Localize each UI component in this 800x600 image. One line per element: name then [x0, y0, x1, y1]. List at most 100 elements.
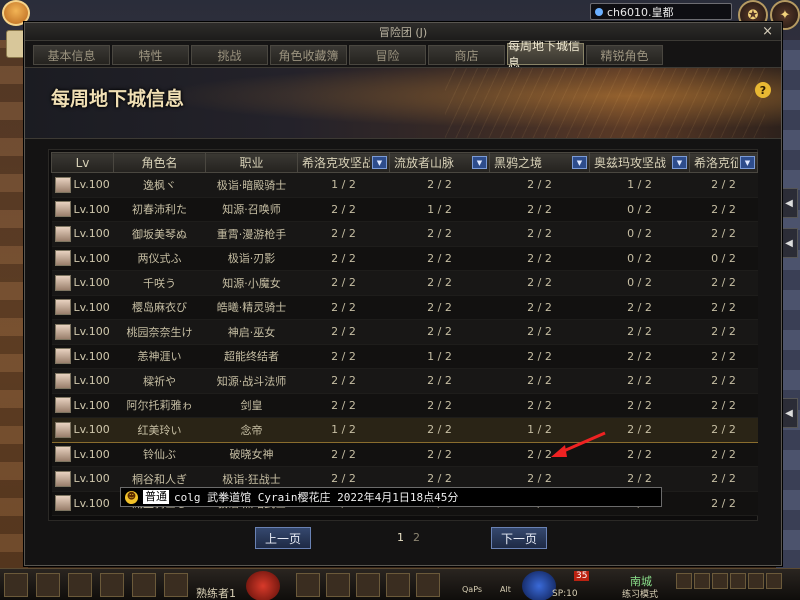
- side-arrow-icon[interactable]: ◀: [780, 188, 798, 218]
- character-avatar-icon: [54, 470, 71, 487]
- page-number-current[interactable]: 1: [397, 531, 404, 544]
- character-avatar-icon: [54, 250, 71, 267]
- clear-count-cell: 0 / 2: [689, 246, 758, 271]
- prev-page-button[interactable]: 上一页: [255, 527, 311, 549]
- clear-count-cell: 2 / 2: [297, 368, 390, 394]
- quickslot[interactable]: [4, 573, 28, 597]
- menu-icon[interactable]: [676, 573, 692, 589]
- column-header-dungeon-4[interactable]: 奥兹玛攻坚战 ▼: [589, 152, 690, 173]
- help-icon[interactable]: ?: [755, 82, 771, 98]
- dropdown-icon[interactable]: ▼: [572, 156, 587, 169]
- character-name-cell: 恙神涯い: [113, 344, 206, 369]
- menu-icon[interactable]: [712, 573, 728, 589]
- clear-count-cell: 2 / 2: [389, 221, 490, 247]
- mp-orb: [522, 571, 556, 600]
- character-avatar-icon: [54, 495, 71, 512]
- hp-orb: [246, 571, 280, 600]
- practice-mode-label[interactable]: 练习模式: [622, 587, 658, 600]
- character-name-cell: 桃园奈奈生け: [113, 319, 206, 345]
- skill-slot[interactable]: [416, 573, 440, 597]
- tab-elite-characters[interactable]: 精锐角色: [586, 45, 663, 65]
- menu-icon[interactable]: [694, 573, 710, 589]
- emoji-icon[interactable]: ☻: [125, 490, 138, 504]
- quickslot[interactable]: [100, 573, 124, 597]
- skill-slot[interactable]: [296, 573, 320, 597]
- character-name-cell: 铃仙ぶ: [113, 442, 206, 467]
- clear-count-cell: 1 / 2: [297, 417, 390, 443]
- quickslot[interactable]: [132, 573, 156, 597]
- table-row[interactable]: Lv.100 逸枫ヾ 极诣·暗殿骑士 1 / 22 / 22 / 21 / 22 / …: [51, 172, 758, 198]
- clear-count-cell: 2 / 2: [389, 295, 490, 320]
- table-row[interactable]: Lv.100 阿尔托莉雅ゎ 剑皇 2 / 22 / 22 / 22 / 22 / 2: [51, 393, 758, 418]
- page-title: 每周地下城信息: [51, 88, 185, 110]
- tab-basic-info[interactable]: 基本信息: [33, 45, 110, 65]
- job-cell: 重霄·漫游枪手: [205, 221, 298, 247]
- side-arrow-icon[interactable]: ◀: [780, 228, 798, 258]
- character-name-cell: 初春沛利た: [113, 197, 206, 222]
- column-header-dungeon-3[interactable]: 黑鸦之境 ▼: [489, 152, 590, 173]
- menu-icon[interactable]: [766, 573, 782, 589]
- level-cell: Lv.100: [51, 270, 114, 296]
- tab-character-collection[interactable]: 角色收藏簿: [270, 45, 347, 65]
- tab-adventure[interactable]: 冒险: [349, 45, 426, 65]
- table-row[interactable]: Lv.100 铃仙ぶ 破晓女神 2 / 22 / 22 / 22 / 22 / 2: [51, 442, 758, 467]
- skill-slot[interactable]: [386, 573, 410, 597]
- level-cell: Lv.100: [51, 491, 114, 516]
- level-text: Lv.100: [73, 300, 110, 314]
- clear-count-cell: 2 / 2: [589, 344, 690, 369]
- character-name-cell: 樱岛麻衣び: [113, 295, 206, 320]
- clear-count-cell: 2 / 2: [589, 295, 690, 320]
- chat-channel-tag[interactable]: 普通: [143, 490, 169, 504]
- level-text: Lv.100: [73, 202, 110, 216]
- skill-slot[interactable]: [326, 573, 350, 597]
- table-row[interactable]: Lv.100 千咲う 知源·小魔女 2 / 22 / 22 / 20 / 22 / 2: [51, 270, 758, 296]
- clear-count-cell: 1 / 2: [389, 344, 490, 369]
- menu-icon[interactable]: [748, 573, 764, 589]
- tab-challenge[interactable]: 挑战: [191, 45, 268, 65]
- table-row[interactable]: Lv.100 恙神涯い 超能终结者 2 / 21 / 22 / 22 / 22 / 2: [51, 344, 758, 369]
- column-header-job: 职业: [205, 152, 298, 173]
- dropdown-icon[interactable]: ▼: [372, 156, 387, 169]
- banner-artwork: [445, 68, 765, 138]
- page-number[interactable]: 2: [413, 531, 420, 544]
- skill-slot[interactable]: [356, 573, 380, 597]
- clear-count-cell: 2 / 2: [389, 270, 490, 296]
- table-row[interactable]: Lv.100 初春沛利た 知源·召唤师 2 / 21 / 22 / 20 / 22 /…: [51, 197, 758, 222]
- clear-count-cell: 2 / 2: [389, 172, 490, 198]
- window-titlebar[interactable]: 冒险团 (J) ×: [25, 23, 781, 41]
- quickslot[interactable]: [36, 573, 60, 597]
- column-header-lv: Lv: [51, 152, 114, 173]
- tab-traits[interactable]: 特性: [112, 45, 189, 65]
- close-icon[interactable]: ×: [762, 24, 773, 39]
- clear-count-cell: 2 / 2: [689, 417, 758, 443]
- table-row[interactable]: Lv.100 樑祈や 知源·战斗法师 2 / 22 / 22 / 22 / 22 / …: [51, 368, 758, 394]
- clear-count-cell: 2 / 2: [389, 417, 490, 443]
- clear-count-cell: 2 / 2: [489, 197, 590, 222]
- table-row[interactable]: Lv.100 御坂美琴ぬ 重霄·漫游枪手 2 / 22 / 22 / 20 / 22 …: [51, 221, 758, 247]
- column-header-dungeon-2[interactable]: 流放者山脉 ▼: [389, 152, 490, 173]
- table-row[interactable]: Lv.100 桃园奈奈生け 神启·巫女 2 / 22 / 22 / 22 / 22 /…: [51, 319, 758, 345]
- skill-level-label: 熟练者1: [196, 587, 236, 600]
- level-text: Lv.100: [73, 349, 110, 363]
- dropdown-icon[interactable]: ▼: [672, 156, 687, 169]
- dropdown-icon[interactable]: ▼: [472, 156, 487, 169]
- level-text: Lv.100: [73, 447, 110, 461]
- column-header-dungeon-1[interactable]: 希洛克攻坚战 ▼: [297, 152, 390, 173]
- next-page-button[interactable]: 下一页: [491, 527, 547, 549]
- clear-count-cell: 1 / 2: [389, 197, 490, 222]
- clear-count-cell: 2 / 2: [689, 270, 758, 296]
- menu-icon[interactable]: [730, 573, 746, 589]
- tab-shop[interactable]: 商店: [428, 45, 505, 65]
- side-arrow-icon[interactable]: ◀: [780, 398, 798, 428]
- tab-weekly-dungeon-info[interactable]: 每周地下城信息: [507, 39, 584, 70]
- column-header-name: 角色名: [113, 152, 206, 173]
- window-title: 冒险团 (J): [378, 25, 428, 39]
- dropdown-icon[interactable]: ▼: [740, 156, 755, 169]
- quickslot[interactable]: [68, 573, 92, 597]
- table-row[interactable]: Lv.100 红美玲い 念帝 1 / 22 / 21 / 22 / 22 / 2: [51, 417, 758, 443]
- column-header-dungeon-5[interactable]: 希洛克征战模式▼: [689, 152, 758, 173]
- table-row[interactable]: Lv.100 樱岛麻衣び 皓曦·精灵骑士 2 / 22 / 22 / 22 / 22 …: [51, 295, 758, 320]
- server-channel[interactable]: ch6010.皇都: [590, 3, 732, 20]
- quickslot[interactable]: [164, 573, 188, 597]
- table-row[interactable]: Lv.100 两仪式ふ 极诣·刃影 2 / 22 / 22 / 20 / 20 / 2: [51, 246, 758, 271]
